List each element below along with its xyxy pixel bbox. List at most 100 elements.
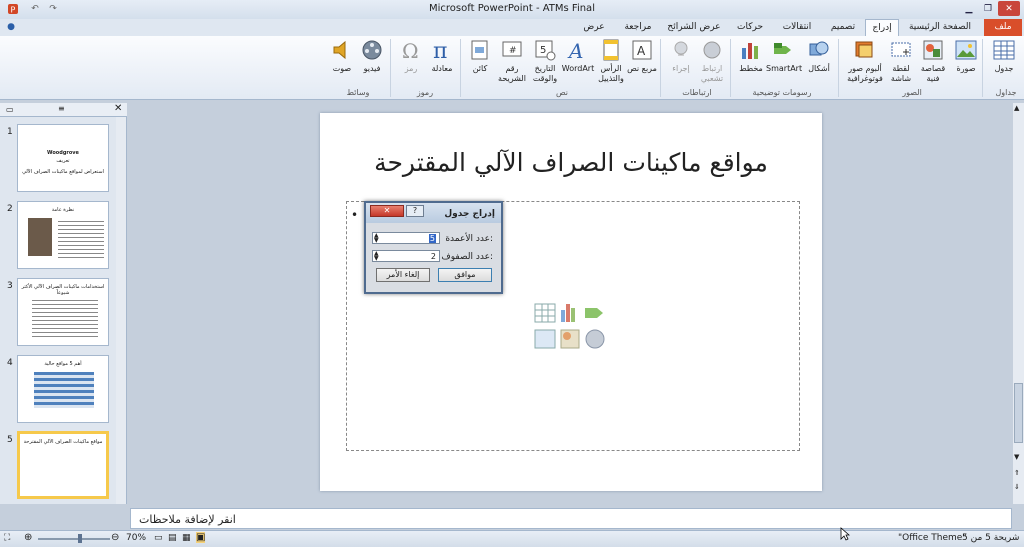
outline-tab-icon[interactable]: ≡ (58, 104, 65, 113)
slide-thumbnail-5[interactable]: مواقع ماكينات الصراف الآلي المقترحة (17, 431, 109, 499)
audio-label: صوت (332, 64, 352, 73)
zoom-out-icon[interactable]: ⊖ (111, 532, 119, 543)
scroll-up-icon[interactable]: ▲ (1014, 104, 1019, 112)
header-footer-button[interactable]: الرأس والتذييل (594, 38, 628, 90)
header-footer-label: الرأس والتذييل (598, 64, 624, 83)
dialog-help-button[interactable]: ? (406, 205, 424, 217)
tab-animations[interactable]: حركات (730, 19, 770, 36)
zoom-level[interactable]: 70% (126, 533, 146, 543)
tab-design[interactable]: تصميم (824, 19, 862, 36)
next-slide-icon[interactable]: ⇓ (1014, 483, 1020, 491)
textbox-button[interactable]: A مربع نص (625, 38, 659, 90)
photo-album-button[interactable]: ألبوم صور فوتوغرافية (844, 38, 886, 90)
rows-stepper[interactable]: ▲ ▼ 2 (372, 250, 440, 262)
content-icons (533, 302, 613, 352)
pane-scrollbar[interactable] (116, 117, 126, 504)
wordart-button[interactable]: A WordArt (561, 38, 595, 90)
svg-text:#: # (509, 46, 517, 56)
smartart-button[interactable]: SmartArt (766, 38, 803, 90)
symbol-label: رمز (404, 64, 418, 73)
slide-thumbnail-3[interactable]: استخدامات ماكينات الصراف الآلي الأكثر شي… (17, 278, 109, 346)
slide-title[interactable]: مواقع ماكينات الصراف الآلي المقترحة (320, 148, 822, 177)
dialog-titlebar: إدراج جدول ? ✕ (366, 203, 501, 223)
shapes-button[interactable]: أشكال (802, 38, 836, 90)
chart-button[interactable]: مخطط (734, 38, 768, 90)
stepper-arrows-icon[interactable]: ▲ ▼ (374, 233, 379, 244)
equation-button[interactable]: π معادلة (425, 38, 459, 90)
dialog-close-button[interactable]: ✕ (370, 205, 404, 217)
tab-view[interactable]: عرض (575, 19, 613, 36)
reading-view-icon[interactable]: ▤ (168, 533, 177, 543)
slide-number-button[interactable]: # رقم الشريحة (495, 38, 529, 90)
zoom-slider[interactable] (38, 538, 110, 540)
action-button[interactable]: إجراء (664, 38, 698, 90)
rows-label: عدد الصفوف: (441, 252, 493, 262)
video-button[interactable]: فيديو (355, 38, 389, 90)
film-reel-icon (362, 40, 382, 60)
help-circle-icon[interactable]: ● (4, 19, 18, 36)
sorter-view-icon[interactable]: ▦ (182, 533, 191, 543)
ok-button[interactable]: موافق (438, 268, 492, 282)
slide-canvas[interactable]: مواقع ماكينات الصراف الآلي المقترحة • (320, 113, 822, 491)
stepper-arrows-icon[interactable]: ▲ ▼ (374, 251, 379, 262)
slide-thumbnail-2[interactable]: نظرة عامة (17, 201, 109, 269)
zoom-in-icon[interactable]: ⊕ (24, 532, 32, 543)
hyperlink-button[interactable]: ارتباط تشعبي (695, 38, 729, 90)
thumb-photo (28, 218, 52, 256)
window-title: Microsoft PowerPoint - ATMs Final (429, 3, 595, 14)
slide-number: 5 (7, 435, 13, 445)
slide-thumbnail-1[interactable]: Woodgrove تعريف استعراض لمواقع ماكينات ا… (17, 124, 109, 192)
hyperlink-icon (703, 41, 721, 59)
tab-home[interactable]: الصفحة الرئيسية (902, 19, 978, 36)
slide-thumbnail-4[interactable]: أهم 5 مواقع حالية (17, 355, 109, 423)
cancel-button[interactable]: إلغاء الأمر (376, 268, 430, 282)
columns-stepper[interactable]: ▲ ▼ 5 (372, 232, 440, 244)
maximize-icon[interactable]: ❐ (979, 1, 997, 16)
screenshot-button[interactable]: لقطة شاشة (884, 38, 918, 90)
slideshow-view-icon[interactable]: ▭ (154, 533, 163, 543)
smartart-label: SmartArt (766, 64, 803, 73)
close-pane-icon[interactable]: ✕ (114, 103, 122, 114)
ribbon: جدول جداول صورة قصاصة فنية لقطة شاشة ألب… (0, 36, 1024, 100)
fit-window-icon[interactable]: ⛶ (4, 533, 10, 543)
scroll-thumb[interactable] (1014, 383, 1023, 443)
powerpoint-logo-icon[interactable]: P (4, 1, 22, 16)
slides-tab-icon[interactable]: ▭ (6, 105, 14, 114)
svg-text:π: π (433, 39, 447, 62)
tab-file[interactable]: ملف (984, 19, 1022, 36)
notes-pane[interactable]: انقر لإضافة ملاحظات (130, 508, 1012, 529)
svg-text:P: P (11, 5, 16, 14)
prev-slide-icon[interactable]: ⇑ (1014, 469, 1020, 477)
zoom-slider-thumb[interactable] (78, 534, 82, 543)
vertical-scrollbar[interactable]: ▲ ▼ ⇑ ⇓ (1012, 103, 1024, 504)
group-tables-label: جداول (995, 88, 1017, 97)
tab-slideshow[interactable]: عرض الشرائح (662, 19, 726, 36)
qat-redo-icon[interactable]: ↷ (44, 1, 62, 16)
group-separator (660, 39, 661, 97)
insert-chart-icon (561, 304, 575, 322)
object-button[interactable]: كائن (463, 38, 497, 90)
title-bar: Microsoft PowerPoint - ATMs Final P ↶ ↷ … (0, 0, 1024, 19)
symbol-button[interactable]: Ω رمز (394, 38, 428, 90)
normal-view-icon[interactable]: ▣ (196, 532, 206, 543)
minimize-icon[interactable]: ▁ (960, 1, 978, 16)
date-time-button[interactable]: 5 التاريخ والوقت (528, 38, 562, 90)
action-icon (674, 41, 688, 56)
table-button[interactable]: جدول (987, 38, 1021, 90)
slide-number-icon: # (502, 41, 522, 57)
qat-undo-icon[interactable]: ↶ (26, 1, 44, 16)
object-icon (471, 40, 488, 60)
photo-album-label: ألبوم صور فوتوغرافية (847, 64, 883, 83)
tab-transitions[interactable]: انتقالات (774, 19, 820, 36)
scroll-down-icon[interactable]: ▼ (1014, 453, 1019, 461)
clipart-label: قصاصة فنية (920, 64, 946, 83)
ribbon-tabs: ● عرض مراجعة عرض الشرائح حركات انتقالات … (0, 19, 1024, 37)
insert-picture-icon (534, 329, 556, 349)
clipart-button[interactable]: قصاصة فنية (916, 38, 950, 90)
picture-button[interactable]: صورة (949, 38, 983, 90)
insert-clipart-icon (560, 329, 580, 349)
audio-button[interactable]: صوت (325, 38, 359, 90)
tab-insert[interactable]: إدراج (865, 19, 899, 37)
close-window-icon[interactable]: ✕ (998, 1, 1020, 16)
tab-review[interactable]: مراجعة (618, 19, 658, 36)
